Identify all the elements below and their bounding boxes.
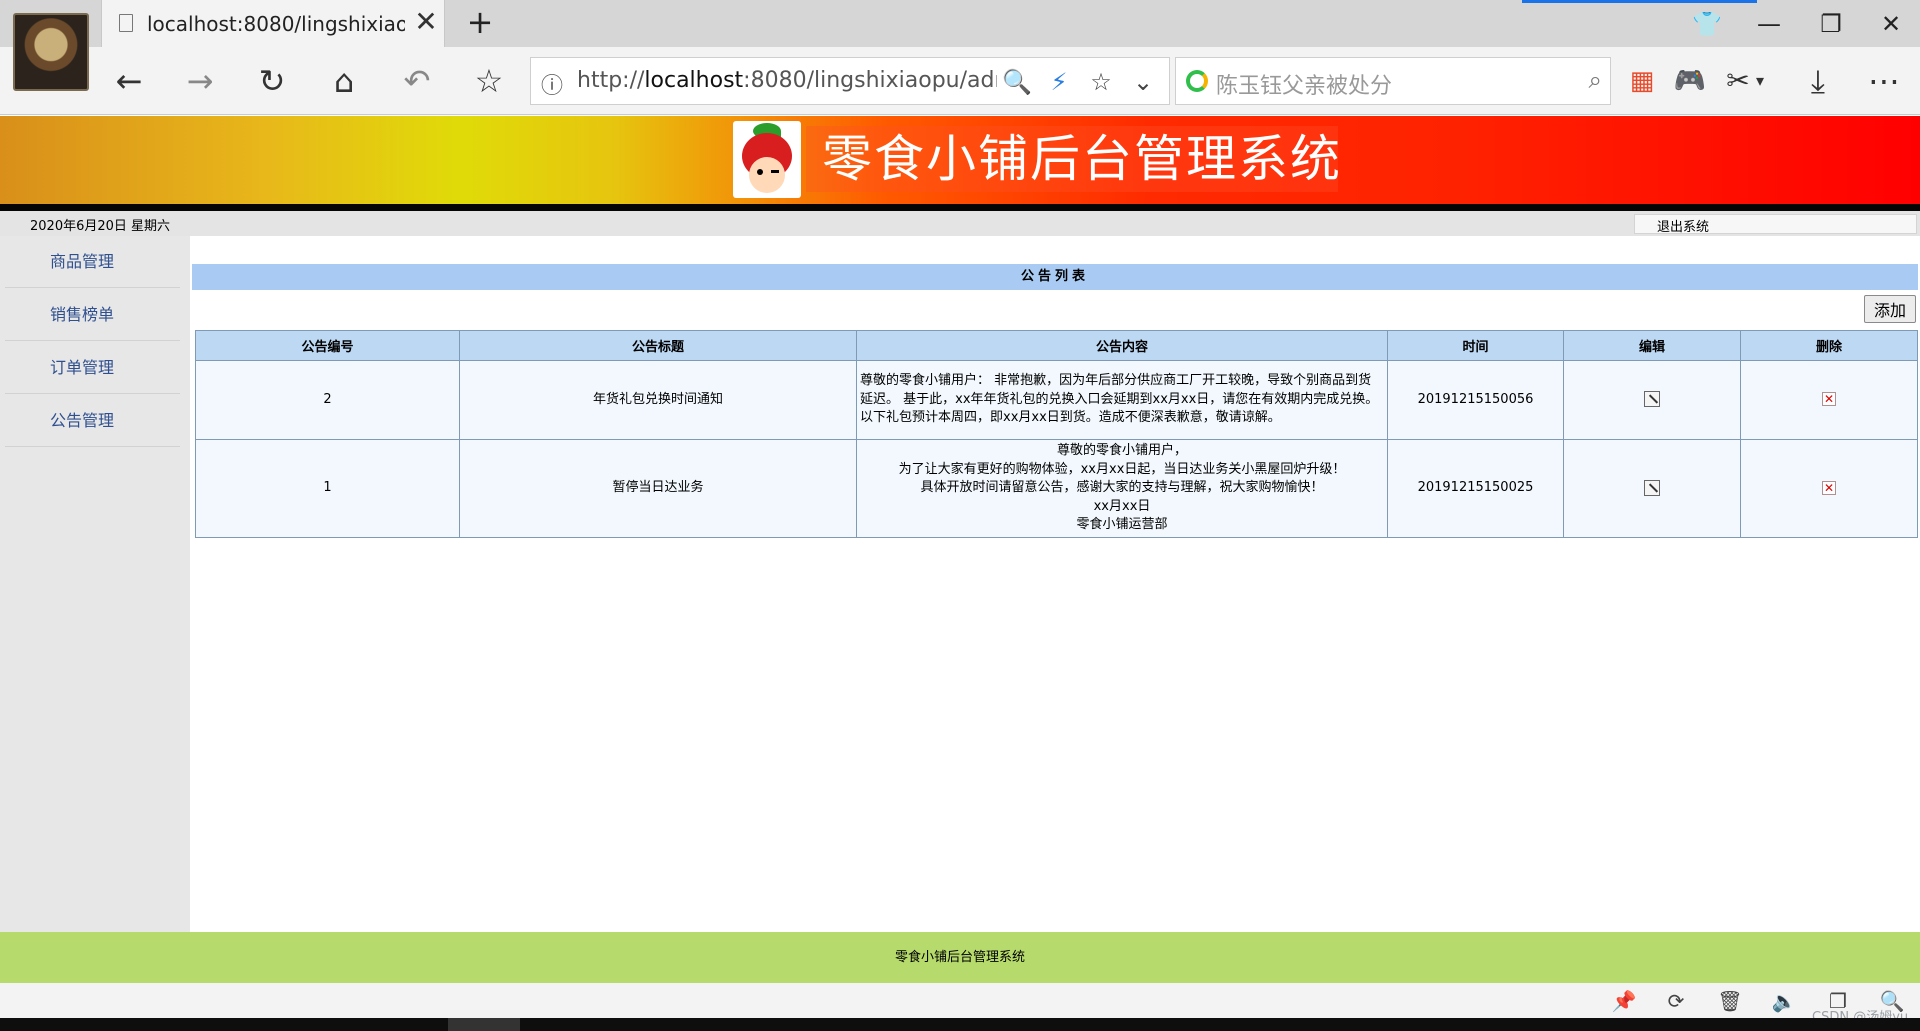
edit-pencil-icon[interactable] <box>1644 391 1660 408</box>
url-text[interactable]: http://localhost:8080/lingshixiaopu/adr <box>577 68 997 93</box>
cell-title: 年货礼包兑换时间通知 <box>459 360 857 440</box>
content-line: xx月xx日 <box>1093 498 1151 514</box>
address-bar[interactable]: ⓘ http://localhost:8080/lingshixiaopu/ad… <box>530 57 1170 105</box>
trash-icon[interactable]: 🗑 <box>1716 989 1744 1013</box>
browser-status-bar: 📌 ⟳ 🗑 🔈 ❐ 🔍 CSDN @汤姆yu <box>0 983 1920 1025</box>
table-header-row: 公告编号 公告标题 公告内容 时间 编辑 删除 <box>195 330 1918 361</box>
table-row: 2 年货礼包兑换时间通知 尊敬的零食小铺用户： 非常抱歉，因为年后部分供应商工厂… <box>195 360 1918 440</box>
search-engine-logo-icon <box>1186 70 1208 92</box>
cell-edit <box>1563 439 1741 538</box>
user-avatar[interactable] <box>13 13 89 91</box>
download-icon[interactable]: ⤓ <box>1796 59 1840 103</box>
speed-up-icon[interactable]: ⟳ <box>1662 989 1690 1013</box>
current-date: 2020年6月20日 星期六 <box>30 219 171 234</box>
content-line: 具体开放时间请留意公告，感谢大家的支持与理解，祝大家购物愉快！ <box>920 480 1324 496</box>
taskbar <box>0 1018 1920 1031</box>
page-title: 公告列表 <box>1020 269 1089 284</box>
header-title: 公告标题 <box>459 330 857 361</box>
cell-edit <box>1563 360 1741 440</box>
cut-menu-chevron-icon[interactable]: ▾ <box>1748 59 1772 103</box>
game-icon[interactable]: 🎮 <box>1668 59 1712 103</box>
page-footer: 零食小铺后台管理系统 <box>0 932 1920 983</box>
header-delete: 删除 <box>1740 330 1918 361</box>
speed-mode-icon[interactable]: ⚡ <box>1043 66 1075 98</box>
reload-icon[interactable]: ↻ <box>250 59 294 103</box>
content-line: 尊敬的零食小铺用户， <box>1056 443 1187 459</box>
banner-divider <box>0 204 1920 211</box>
content-line: 零食小铺运营部 <box>1076 517 1168 533</box>
strawberry-logo-icon <box>733 121 801 198</box>
restore-button[interactable]: ❐ <box>1806 6 1856 42</box>
cell-content: 尊敬的零食小铺用户， 为了让大家有更好的购物体验，xx月xx日起，当日达业务关小… <box>856 439 1388 538</box>
loading-progress-bar <box>1522 0 1757 3</box>
add-announcement-button[interactable]: 添加 <box>1864 295 1916 323</box>
tab-close-icon[interactable]: ✕ <box>410 6 442 38</box>
sound-icon[interactable]: 🔈 <box>1770 989 1798 1013</box>
list-title-bar: 公告列表 <box>192 264 1918 290</box>
browser-tab[interactable]: localhost:8080/lingshixiaopu/a ✕ <box>101 0 445 47</box>
sidebar-item-products[interactable]: 商品管理 <box>5 236 180 288</box>
sidebar-item-sales-ranking[interactable]: 销售榜单 <box>5 289 180 341</box>
sidebar-item-announcements[interactable]: 公告管理 <box>5 395 180 447</box>
content-line: 为了让大家有更好的购物体验，xx月xx日起，当日达业务关小黑屋回炉升级！ <box>898 461 1346 477</box>
site-info-icon[interactable]: ⓘ <box>541 68 563 100</box>
cell-delete: ✕ <box>1740 439 1918 538</box>
search-box[interactable]: 陈玉钰父亲被处分 ⌕ <box>1175 57 1611 105</box>
edit-pencil-icon[interactable] <box>1644 479 1660 496</box>
cell-title: 暂停当日达业务 <box>459 439 857 538</box>
header-time: 时间 <box>1387 330 1564 361</box>
delete-x-icon[interactable]: ✕ <box>1822 392 1836 407</box>
search-icon[interactable]: ⌕ <box>1589 66 1602 94</box>
browser-tab-bar: localhost:8080/lingshixiaopu/a ✕ + 👕 — ❐… <box>0 0 1920 47</box>
bookmark-star-icon[interactable]: ☆ <box>1085 66 1117 98</box>
header-id: 公告编号 <box>195 330 460 361</box>
cell-time: 20191215150056 <box>1387 360 1564 440</box>
apps-icon[interactable]: ▦ <box>1620 59 1664 103</box>
page-icon <box>119 14 133 32</box>
announcement-table: 公告编号 公告标题 公告内容 时间 编辑 删除 2 年货礼包兑换时间通知 尊敬的… <box>195 330 1918 538</box>
pin-icon[interactable]: 📌 <box>1610 989 1638 1013</box>
sidebar: 商品管理 销售榜单 订单管理 公告管理 <box>0 236 190 932</box>
zoom-icon[interactable]: 🔍 <box>1001 66 1033 98</box>
browser-toolbar: ← → ↻ ⌂ ↶ ☆ ⓘ http://localhost:8080/ling… <box>0 47 1920 115</box>
search-input[interactable]: 陈玉钰父亲被处分 <box>1216 68 1392 100</box>
header-content: 公告内容 <box>856 330 1388 361</box>
table-row: 1 暂停当日达业务 尊敬的零食小铺用户， 为了让大家有更好的购物体验，xx月xx… <box>195 439 1918 538</box>
cell-id: 1 <box>195 439 460 538</box>
footer-text: 零食小铺后台管理系统 <box>894 950 1025 965</box>
cell-content: 尊敬的零食小铺用户： 非常抱歉，因为年后部分供应商工厂开工较晚，导致个别商品到货… <box>856 360 1388 440</box>
forward-arrow-icon[interactable]: → <box>178 59 222 103</box>
close-window-button[interactable]: ✕ <box>1866 6 1916 42</box>
home-icon[interactable]: ⌂ <box>322 59 366 103</box>
address-dropdown-icon[interactable]: ⌄ <box>1127 66 1159 98</box>
info-bar: 2020年6月20日 星期六 退出系统 <box>0 211 1920 236</box>
back-arrow-icon[interactable]: ← <box>107 59 151 103</box>
more-menu-icon[interactable]: ⋯ <box>1862 59 1906 103</box>
tab-title: localhost:8080/lingshixiaopu/a <box>147 12 405 36</box>
logout-link[interactable]: 退出系统 <box>1657 216 1709 235</box>
favorites-star-icon[interactable]: ☆ <box>467 59 511 103</box>
logout-box: 退出系统 <box>1634 214 1917 235</box>
new-tab-button[interactable]: + <box>462 4 498 40</box>
cell-delete: ✕ <box>1740 360 1918 440</box>
header-banner: 零食小铺后台管理系统 <box>0 116 1920 204</box>
header-edit: 编辑 <box>1563 330 1741 361</box>
cell-time: 20191215150025 <box>1387 439 1564 538</box>
sidebar-item-orders[interactable]: 订单管理 <box>5 342 180 394</box>
delete-x-icon[interactable]: ✕ <box>1822 480 1836 495</box>
minimize-button[interactable]: — <box>1744 6 1794 42</box>
undo-close-icon[interactable]: ↶ <box>395 59 439 103</box>
skin-icon[interactable]: 👕 <box>1682 6 1732 42</box>
system-title: 零食小铺后台管理系统 <box>822 130 1342 188</box>
cell-id: 2 <box>195 360 460 440</box>
